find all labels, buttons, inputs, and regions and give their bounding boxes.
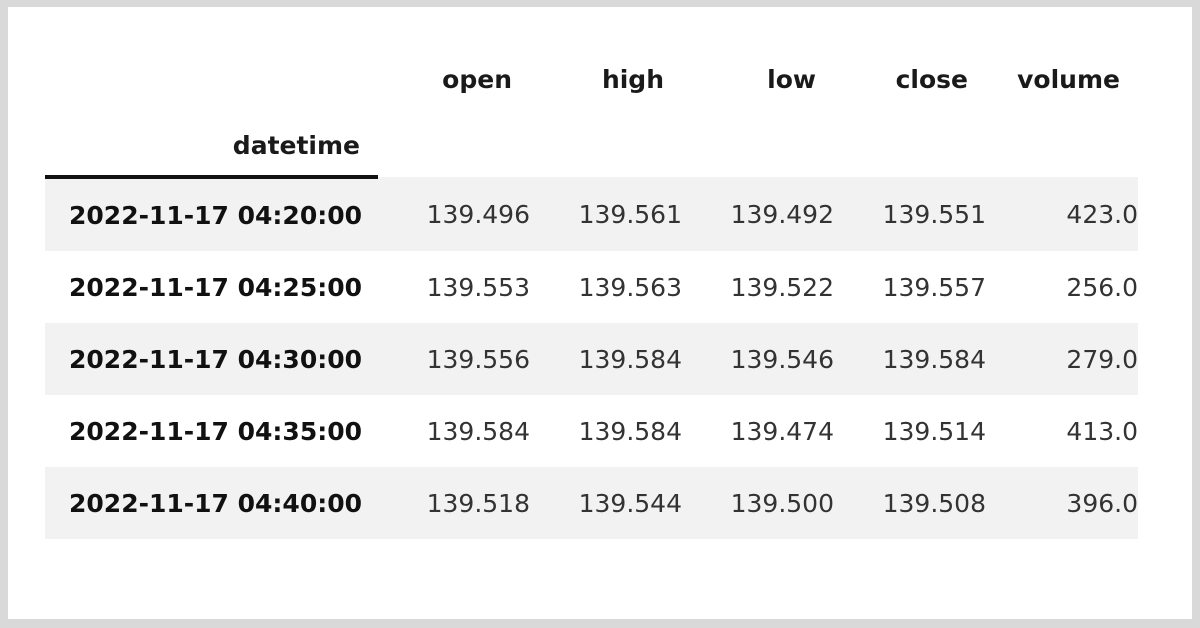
index-name-row: datetime: [45, 115, 1138, 179]
cell-high: 139.584: [530, 323, 682, 395]
cell-high: 139.561: [530, 177, 682, 251]
corner-blank-cell: [45, 45, 378, 115]
cell-open: 139.518: [378, 467, 530, 539]
table-row: 2022-11-17 04:30:00 139.556 139.584 139.…: [45, 323, 1138, 395]
cell-open: 139.584: [378, 395, 530, 467]
cell-low: 139.546: [682, 323, 834, 395]
column-header-open: open: [442, 64, 512, 94]
dataframe-container: open high low close volume datetime 2022…: [45, 45, 1138, 539]
table-row: 2022-11-17 04:20:00 139.496 139.561 139.…: [45, 177, 1138, 251]
row-index-datetime: 2022-11-17 04:25:00: [45, 251, 378, 323]
table-row: 2022-11-17 04:25:00 139.553 139.563 139.…: [45, 251, 1138, 323]
column-header-high: high: [601, 64, 664, 94]
cell-volume: 279.0: [986, 323, 1138, 395]
column-header-row: open high low close volume: [45, 45, 1138, 115]
column-header-volume: volume: [1017, 64, 1120, 94]
table-body: 2022-11-17 04:20:00 139.496 139.561 139.…: [45, 177, 1138, 539]
row-index-datetime: 2022-11-17 04:30:00: [45, 323, 378, 395]
cell-close: 139.557: [834, 251, 986, 323]
cell-low: 139.500: [682, 467, 834, 539]
cell-volume: 413.0: [986, 395, 1138, 467]
column-header-close: close: [895, 64, 968, 94]
cell-open: 139.496: [378, 177, 530, 251]
cell-close: 139.508: [834, 467, 986, 539]
cell-volume: 423.0: [986, 177, 1138, 251]
cell-high: 139.563: [530, 251, 682, 323]
row-index-datetime: 2022-11-17 04:20:00: [45, 177, 378, 251]
index-row-blank-4: [834, 115, 986, 177]
page-canvas: open high low close volume datetime 2022…: [8, 7, 1192, 619]
table-row: 2022-11-17 04:35:00 139.584 139.584 139.…: [45, 395, 1138, 467]
cell-high: 139.544: [530, 467, 682, 539]
cell-low: 139.522: [682, 251, 834, 323]
cell-open: 139.556: [378, 323, 530, 395]
column-header-low: low: [767, 64, 816, 94]
index-name-datetime: datetime: [45, 115, 378, 179]
cell-low: 139.492: [682, 177, 834, 251]
table-row: 2022-11-17 04:40:00 139.518 139.544 139.…: [45, 467, 1138, 539]
row-index-datetime: 2022-11-17 04:40:00: [45, 467, 378, 539]
cell-open: 139.553: [378, 251, 530, 323]
cell-low: 139.474: [682, 395, 834, 467]
index-row-blank-5: [986, 115, 1138, 177]
cell-close: 139.551: [834, 177, 986, 251]
index-row-blank-2: [530, 115, 682, 177]
index-row-blank-3: [682, 115, 834, 177]
cell-volume: 256.0: [986, 251, 1138, 323]
row-index-datetime: 2022-11-17 04:35:00: [45, 395, 378, 467]
index-row-blank-1: [378, 115, 530, 177]
table-header: open high low close volume datetime: [45, 45, 1138, 179]
cell-volume: 396.0: [986, 467, 1138, 539]
cell-close: 139.584: [834, 323, 986, 395]
cell-close: 139.514: [834, 395, 986, 467]
ohlcv-dataframe-table: open high low close volume datetime 2022…: [45, 45, 1138, 539]
cell-high: 139.584: [530, 395, 682, 467]
